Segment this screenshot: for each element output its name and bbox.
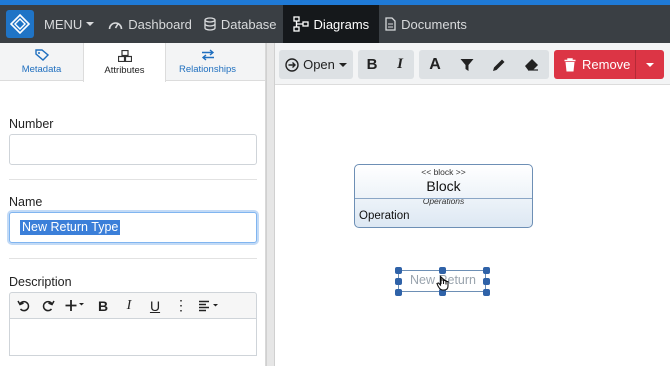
block-compartment-divider — [355, 198, 532, 199]
trash-icon — [564, 57, 576, 71]
filter-icon — [460, 58, 474, 71]
dashboard-icon — [108, 21, 123, 29]
diagram-area: Open B I A Remove << block >> Block Oper… — [275, 43, 670, 366]
name-label: Name — [9, 195, 43, 209]
chevron-down-icon — [646, 62, 654, 67]
tab-attributes-label: Attributes — [104, 64, 145, 76]
diagram-icon — [292, 16, 309, 32]
insert-button[interactable] — [60, 293, 90, 318]
diagram-toolbar: Open B I A Remove — [275, 43, 670, 85]
remove-label: Remove — [582, 57, 631, 72]
description-editor[interactable] — [9, 319, 257, 356]
block-element[interactable]: << block >> Block Operations Operation — [354, 164, 533, 228]
tab-relationships[interactable]: Relationships — [166, 43, 249, 80]
menu-label: MENU — [44, 16, 83, 32]
nav-documents-label: Documents — [401, 16, 467, 32]
italic-icon: I — [126, 297, 132, 313]
resize-handle[interactable] — [483, 267, 490, 274]
properties-tabs: Metadata Attributes Relationships — [0, 43, 265, 82]
resize-handle[interactable] — [483, 278, 490, 285]
name-field[interactable]: New Return Type — [9, 212, 257, 243]
nav-database-label: Database — [220, 16, 277, 32]
more-icon: ⋮ — [174, 297, 188, 313]
bold-icon: B — [366, 56, 378, 73]
tab-relationships-label: Relationships — [178, 63, 237, 75]
undo-button[interactable] — [10, 293, 36, 318]
text-style-group: B I — [358, 50, 414, 79]
align-icon — [199, 300, 218, 311]
nav-dashboard[interactable]: Dashboard — [102, 5, 198, 43]
document-icon — [385, 17, 396, 31]
description-label: Description — [9, 275, 72, 289]
attributes-icon — [117, 49, 132, 62]
pencil-icon — [493, 59, 505, 71]
resize-handle[interactable] — [439, 267, 446, 274]
pencil-button[interactable] — [483, 50, 515, 79]
tag-icon — [34, 48, 49, 61]
block-stereotype: << block >> — [421, 167, 466, 177]
nav-dashboard-label: Dashboard — [128, 16, 192, 32]
remove-dropdown-button[interactable] — [636, 50, 664, 79]
italic-button[interactable]: I — [386, 50, 414, 79]
resize-handle[interactable] — [483, 289, 490, 296]
nav-diagrams-label: Diagrams — [313, 16, 370, 32]
format-group: A — [419, 50, 549, 79]
underline-button[interactable]: U — [142, 293, 168, 318]
properties-panel: Metadata Attributes Relationships Number… — [0, 43, 266, 366]
undo-icon — [16, 300, 29, 312]
open-label: Open — [303, 57, 335, 72]
filter-button[interactable] — [451, 50, 483, 79]
eraser-icon — [524, 59, 538, 71]
bold-button[interactable]: B — [90, 293, 116, 318]
section-divider — [9, 258, 257, 259]
name-value: New Return Type — [20, 220, 121, 235]
font-icon: A — [429, 55, 441, 73]
number-field[interactable] — [9, 134, 257, 165]
relationships-icon — [201, 48, 214, 61]
number-label: Number — [9, 117, 54, 131]
underline-icon: U — [149, 297, 161, 314]
insert-icon — [65, 300, 84, 311]
hand-cursor-icon — [436, 275, 449, 291]
bold-button[interactable]: B — [358, 50, 386, 79]
font-button[interactable]: A — [419, 50, 451, 79]
menu-button[interactable]: MENU — [38, 5, 102, 43]
block-name: Block — [426, 178, 461, 194]
open-button[interactable]: Open — [279, 50, 353, 79]
more-button[interactable]: ⋮ — [168, 293, 194, 318]
diagram-canvas[interactable]: << block >> Block Operations Operation N… — [275, 86, 670, 366]
italic-button[interactable]: I — [116, 293, 142, 318]
nav-diagrams[interactable]: Diagrams — [282, 5, 380, 43]
tab-metadata[interactable]: Metadata — [0, 43, 83, 80]
open-group: Open — [279, 50, 353, 79]
new-return-element[interactable]: New Return — [395, 267, 490, 296]
tab-metadata-label: Metadata — [21, 63, 62, 75]
section-divider — [9, 179, 257, 180]
description-toolbar: B I U ⋮ — [9, 292, 257, 319]
bold-icon: B — [97, 297, 109, 314]
nav-documents[interactable]: Documents — [379, 5, 473, 43]
resize-handle[interactable] — [395, 278, 402, 285]
chevron-down-icon — [86, 22, 95, 26]
eraser-button[interactable] — [515, 50, 547, 79]
database-icon — [204, 17, 216, 31]
remove-button[interactable]: Remove — [554, 50, 664, 79]
redo-button[interactable] — [36, 293, 60, 318]
redo-icon — [42, 300, 55, 312]
resize-handle[interactable] — [395, 289, 402, 296]
logo-icon — [10, 14, 30, 34]
chevron-down-icon — [338, 62, 347, 67]
app-logo[interactable] — [6, 10, 34, 38]
resize-handle[interactable] — [395, 267, 402, 274]
open-circle-icon — [285, 57, 299, 72]
panel-splitter[interactable] — [266, 43, 275, 366]
nav-database[interactable]: Database — [198, 5, 283, 43]
top-navbar: MENU Dashboard Database Diagrams Documen… — [0, 5, 670, 43]
block-operation[interactable]: Operation — [359, 210, 410, 222]
italic-icon: I — [397, 56, 403, 72]
tab-attributes[interactable]: Attributes — [83, 43, 166, 82]
align-button[interactable] — [194, 293, 224, 318]
